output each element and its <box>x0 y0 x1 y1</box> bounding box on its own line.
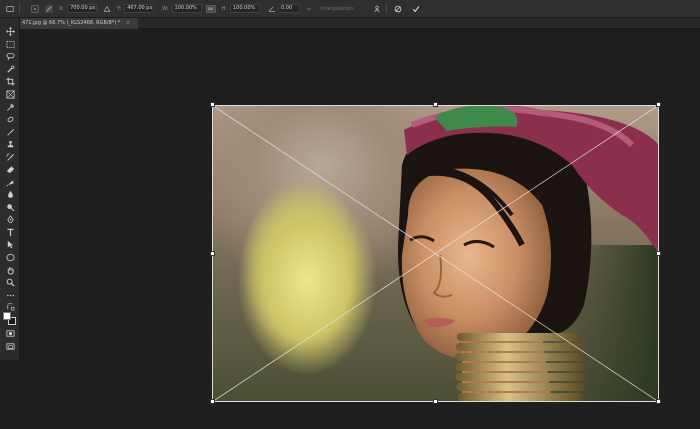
height-field: H: 100.00% <box>222 4 260 13</box>
transform-bounding-box[interactable] <box>211 104 660 403</box>
marquee-tool-icon[interactable] <box>5 39 15 49</box>
move-tool-icon[interactable] <box>5 26 15 36</box>
swap-colors-icon[interactable] <box>5 301 15 311</box>
x-position-field: X: 700.00 px <box>59 4 98 13</box>
screen-mode-icon[interactable] <box>5 341 15 351</box>
width-field: W: 100.00% <box>162 4 202 13</box>
quick-selection-tool-icon[interactable] <box>5 64 15 74</box>
y-label: Y: <box>117 5 122 12</box>
pen-tool-icon[interactable] <box>5 214 15 224</box>
hand-tool-icon[interactable] <box>5 265 15 275</box>
document-tab[interactable]: 471.jpg @ 66.7% (_KLS2468, RGB/8*) * × <box>20 18 139 29</box>
dodge-tool-icon[interactable] <box>5 202 15 212</box>
transform-handle-left[interactable] <box>210 251 215 256</box>
tools-panel <box>0 18 20 360</box>
separator <box>385 3 387 14</box>
document-tab-bar: 471.jpg @ 66.7% (_KLS2468, RGB/8*) * × <box>20 18 700 29</box>
y-position-field: Y: 467.00 px <box>117 4 155 13</box>
lasso-tool-icon[interactable] <box>5 51 15 61</box>
options-bar: X: 700.00 px Y: 467.00 px W: 100.00% ax … <box>0 0 700 18</box>
interpolation-label[interactable]: Interpolation: <box>321 6 355 12</box>
width-input[interactable]: 100.00% <box>171 4 202 13</box>
document-tab-title: 471.jpg @ 66.7% (_KLS2468, RGB/8*) * <box>22 20 121 26</box>
x-label: X: <box>59 5 65 12</box>
more-tools-icon[interactable] <box>5 290 15 300</box>
transform-handle-bottom-right[interactable] <box>656 399 661 404</box>
rotate-angle-icon <box>268 5 276 13</box>
foreground-color-swatch[interactable] <box>3 312 11 320</box>
height-label: H: <box>221 5 227 12</box>
interpolation-chevron-icon[interactable] <box>305 5 313 13</box>
rotate-field: 0.00 <box>268 4 300 13</box>
transform-handle-bottom-left[interactable] <box>210 399 215 404</box>
rotate-angle-input[interactable]: 0.00 <box>278 4 300 13</box>
transform-handle-top[interactable] <box>433 102 438 107</box>
quick-mask-icon[interactable] <box>5 328 15 338</box>
close-tab-icon[interactable]: × <box>126 20 130 26</box>
relative-position-icon[interactable] <box>45 4 53 13</box>
separator <box>19 3 20 14</box>
x-position-input[interactable]: 700.00 px <box>67 4 98 13</box>
transform-handle-right[interactable] <box>656 251 661 256</box>
height-input[interactable]: 100.00% <box>230 4 260 13</box>
transform-handle-bottom[interactable] <box>433 399 438 404</box>
blur-tool-icon[interactable] <box>5 189 15 199</box>
healing-brush-tool-icon[interactable] <box>5 114 15 124</box>
cancel-transform-icon[interactable] <box>394 5 402 13</box>
history-brush-tool-icon[interactable] <box>5 152 15 162</box>
frame-tool-icon[interactable] <box>5 89 15 99</box>
foreground-background-colors[interactable] <box>3 312 17 325</box>
delta-icon <box>103 5 111 13</box>
warp-mode-icon[interactable] <box>373 5 381 13</box>
clone-stamp-tool-icon[interactable] <box>5 139 15 149</box>
eyedropper-tool-icon[interactable] <box>5 102 15 112</box>
crop-tool-icon[interactable] <box>5 76 15 86</box>
maintain-aspect-ratio-toggle[interactable]: ax <box>205 4 216 13</box>
brush-tool-icon[interactable] <box>5 127 15 137</box>
gradient-tool-icon[interactable] <box>5 177 15 187</box>
path-selection-tool-icon[interactable] <box>5 239 15 249</box>
y-position-input[interactable]: 467.00 px <box>124 4 155 13</box>
ellipse-tool-icon[interactable] <box>5 252 15 262</box>
type-tool-icon[interactable] <box>5 227 15 237</box>
commit-transform-icon[interactable] <box>412 5 420 13</box>
zoom-tool-icon[interactable] <box>5 277 15 287</box>
eraser-tool-icon[interactable] <box>5 164 15 174</box>
transform-handle-top-left[interactable] <box>210 102 215 107</box>
transform-preset-icon[interactable] <box>6 5 14 13</box>
transform-handle-top-right[interactable] <box>656 102 661 107</box>
width-label: W: <box>162 5 169 12</box>
reference-point-icon[interactable] <box>31 4 39 13</box>
